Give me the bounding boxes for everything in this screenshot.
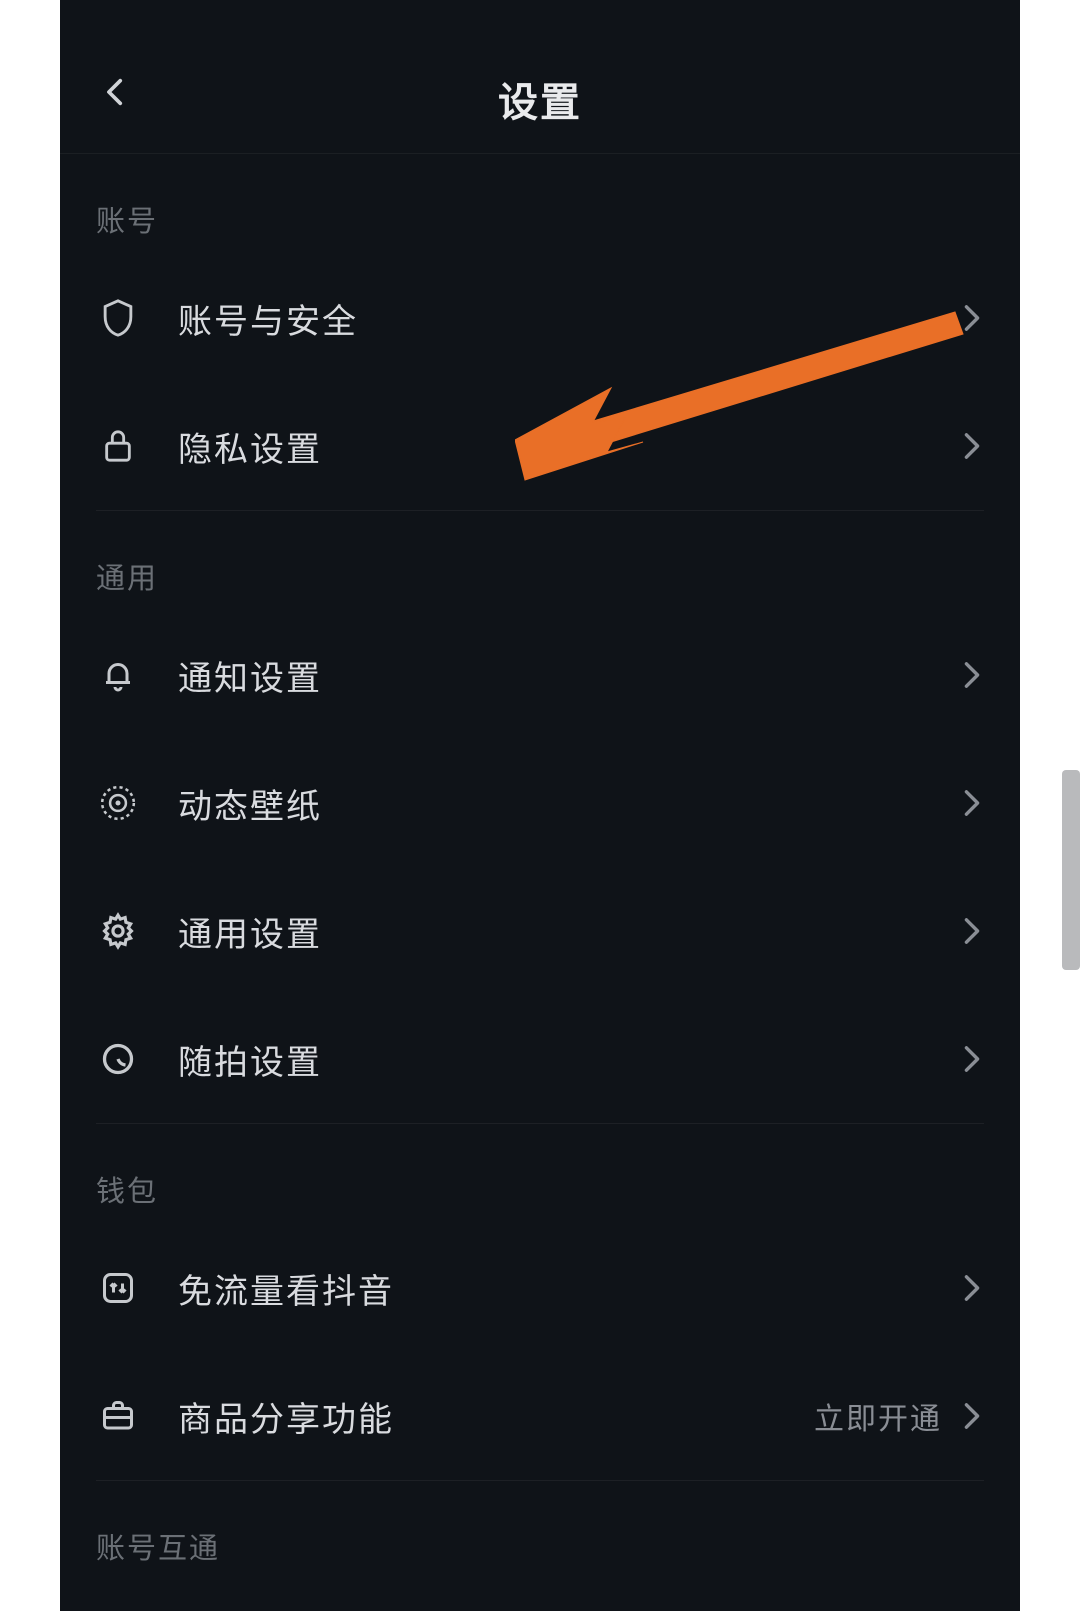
chevron-left-icon [99, 75, 133, 109]
row-label: 商品分享功能 [178, 1392, 814, 1441]
target-icon [96, 781, 140, 825]
row-label: 随拍设置 [178, 1035, 960, 1084]
page-title: 设置 [60, 26, 1020, 180]
data-swap-icon [96, 1266, 140, 1310]
bell-icon [96, 653, 140, 697]
chevron-right-icon [960, 1276, 984, 1300]
chevron-right-icon [960, 791, 984, 815]
shield-icon [96, 296, 140, 340]
app-frame: 设置 账号 账号与安全 隐私设置 [60, 0, 1020, 1611]
back-button[interactable] [92, 68, 140, 116]
section-account: 账号 账号与安全 隐私设置 [60, 154, 1020, 510]
row-product-share[interactable]: 商品分享功能 立即开通 [96, 1352, 984, 1480]
section-wallet: 钱包 免流量看抖音 商品分享功能 [60, 1124, 1020, 1480]
chevron-right-icon [960, 919, 984, 943]
row-account-security[interactable]: 账号与安全 [96, 254, 984, 382]
row-data-free-douyin[interactable]: 免流量看抖音 [96, 1224, 984, 1352]
section-header-general: 通用 [96, 511, 984, 611]
chevron-right-icon [960, 1404, 984, 1428]
circle-sweep-icon [96, 1037, 140, 1081]
row-random-shoot-settings[interactable]: 随拍设置 [96, 995, 984, 1123]
row-label: 通用设置 [178, 907, 960, 956]
row-trailing-text: 立即开通 [814, 1394, 942, 1438]
row-label: 免流量看抖音 [178, 1264, 960, 1313]
row-label: 动态壁纸 [178, 779, 960, 828]
section-link: 账号互通 [60, 1481, 1020, 1581]
row-live-wallpaper[interactable]: 动态壁纸 [96, 739, 984, 867]
row-general-settings[interactable]: 通用设置 [96, 867, 984, 995]
row-label: 隐私设置 [178, 422, 960, 471]
gear-icon [96, 909, 140, 953]
section-header-link: 账号互通 [96, 1481, 984, 1581]
section-general: 通用 通知设置 动态壁纸 [60, 511, 1020, 1123]
lock-icon [96, 424, 140, 468]
briefcase-icon [96, 1394, 140, 1438]
row-label: 通知设置 [178, 651, 960, 700]
section-header-wallet: 钱包 [96, 1124, 984, 1224]
chevron-right-icon [960, 1047, 984, 1071]
chevron-right-icon [960, 306, 984, 330]
row-notification-settings[interactable]: 通知设置 [96, 611, 984, 739]
chevron-right-icon [960, 663, 984, 687]
scrollbar[interactable] [1062, 770, 1080, 970]
chevron-right-icon [960, 434, 984, 458]
row-privacy-settings[interactable]: 隐私设置 [96, 382, 984, 510]
navbar: 设置 [60, 0, 1020, 154]
row-label: 账号与安全 [178, 294, 960, 343]
